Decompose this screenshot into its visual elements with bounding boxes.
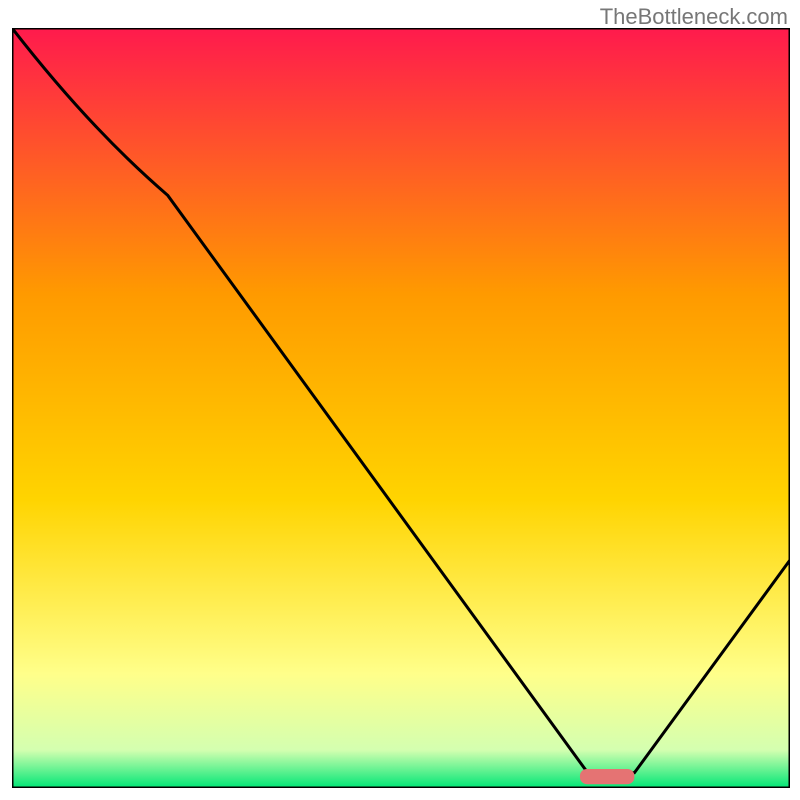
gradient-background	[12, 28, 790, 788]
chart-svg	[12, 28, 790, 788]
plot-area	[12, 28, 790, 788]
bottleneck-chart: TheBottleneck.com	[0, 0, 800, 800]
watermark-text: TheBottleneck.com	[600, 4, 788, 30]
optimal-range-marker	[580, 769, 634, 784]
